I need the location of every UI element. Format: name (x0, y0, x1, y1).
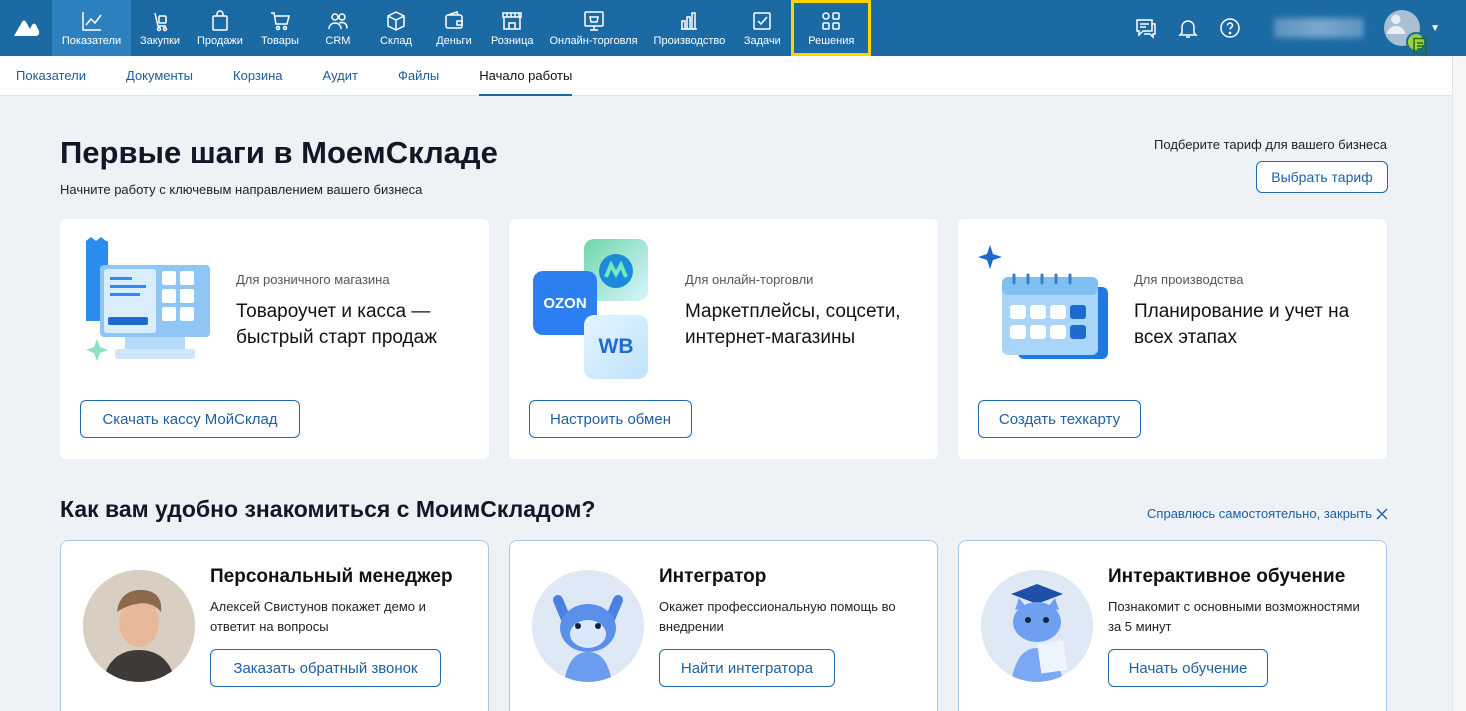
integrator-card: Интегратор Окажет профессиональную помощ… (509, 540, 938, 711)
option-title: Интерактивное обучение (1108, 566, 1346, 587)
marketplaces-logos: OZON WB (529, 237, 669, 379)
personal-manager-card: Персональный менеджер Алексей Свистунов … (60, 540, 489, 711)
card-title: Планирование и учет на всех этапах (1134, 301, 1350, 348)
nav-item-solutions[interactable]: Решения (791, 0, 872, 56)
close-icon (1376, 508, 1388, 519)
nav-item-label: Деньги (436, 34, 472, 47)
dismiss-link-label: Справлюсь самостоятельно, закрыть (1147, 506, 1372, 521)
request-callback-button[interactable]: Заказать обратный звонок (210, 649, 441, 687)
card-title: Товароучет и касса — быстрый старт прода… (236, 301, 437, 348)
cat-graduate-mascot-icon (981, 570, 1093, 682)
notes-badge-icon (1406, 32, 1427, 55)
nav-item-purchases[interactable]: Закупки (131, 0, 189, 56)
nav-item-label: Розница (490, 34, 534, 47)
tab-getting-started[interactable]: Начало работы (479, 56, 573, 96)
option-title: Интегратор (659, 566, 767, 587)
top-navigation-bar: Показатели Закупки Продажи Товары CRM Ск… (0, 0, 1466, 56)
retail-card: Для розничного магазина Товароучет и кас… (60, 219, 489, 459)
chart-icon (81, 11, 102, 31)
nav-item-label: Показатели (61, 34, 122, 47)
nav-item-money[interactable]: Деньги (425, 0, 483, 56)
chat-icon[interactable] (1134, 16, 1158, 40)
online-store-icon (583, 10, 604, 31)
section-title: Как вам удобно знакомиться с МоимСкладом… (60, 496, 596, 522)
start-training-button[interactable]: Начать обучение (1108, 649, 1268, 687)
nav-item-crm[interactable]: CRM (309, 0, 367, 56)
interactive-training-card: Интерактивное обучение Познакомит с осно… (958, 540, 1387, 711)
checkbox-icon (753, 11, 772, 30)
choose-tariff-button[interactable]: Выбрать тариф (1256, 161, 1388, 193)
nav-item-label: Продажи (197, 34, 243, 47)
moysklad-logo[interactable] (0, 0, 52, 56)
nav-item-label: Производство (653, 34, 726, 47)
find-integrator-button[interactable]: Найти интегратора (659, 649, 835, 687)
setup-exchange-button[interactable]: Настроить обмен (529, 400, 692, 438)
nav-item-label: CRM (325, 34, 351, 47)
tab-files[interactable]: Файлы (398, 56, 439, 96)
user-name-blurred[interactable] (1274, 18, 1365, 38)
help-icon[interactable] (1218, 16, 1242, 40)
nav-item-label: Онлайн-торговля (549, 34, 638, 47)
wb-logo: WB (584, 315, 648, 379)
purchases-icon (154, 12, 168, 31)
create-techcard-button[interactable]: Создать техкарту (978, 400, 1141, 438)
top-right-controls: ▼ (1134, 0, 1466, 56)
nav-item-sales[interactable]: Продажи (189, 0, 251, 56)
chevron-down-icon[interactable]: ▼ (1430, 23, 1440, 34)
card-label: Для онлайн-торговли (685, 272, 814, 287)
tab-basket[interactable]: Корзина (233, 56, 283, 96)
tariff-hint: Подберите тариф для вашего бизнеса (1154, 137, 1387, 152)
page-subtitle: Начните работу с ключевым направлением в… (60, 182, 423, 197)
nav-item-online-trade[interactable]: Онлайн-торговля (541, 0, 645, 56)
nav-item-products[interactable]: Товары (251, 0, 309, 56)
nav-item-indicators[interactable]: Показатели (52, 0, 131, 56)
page-scrollbar[interactable] (1452, 56, 1466, 711)
tab-documents[interactable]: Документы (126, 56, 193, 96)
solutions-icon (822, 11, 841, 30)
bars-icon (681, 11, 698, 30)
nav-item-label: Товары (261, 34, 299, 47)
nav-item-warehouse[interactable]: Склад (367, 0, 425, 56)
nav-item-label: Закупки (139, 34, 181, 47)
pos-terminal-icon (86, 237, 210, 361)
raccoon-mascot-icon (532, 570, 644, 682)
bell-icon[interactable] (1176, 16, 1200, 40)
users-icon (328, 12, 348, 29)
page-title: Первые шаги в МоемСкладе (60, 135, 498, 170)
nav-item-retail[interactable]: Розница (483, 0, 542, 56)
tab-audit[interactable]: Аудит (323, 56, 358, 96)
card-label: Для розничного магазина (236, 272, 390, 287)
dismiss-link[interactable]: Справлюсь самостоятельно, закрыть (1147, 506, 1388, 521)
tab-indicators[interactable]: Показатели (16, 56, 86, 96)
bag-icon (212, 9, 228, 31)
nav-item-label: Задачи (743, 34, 781, 47)
nav-item-tasks[interactable]: Задачи (733, 0, 791, 56)
nav-item-label: Склад (380, 34, 412, 47)
calendar-icon (978, 245, 1108, 359)
main-nav: Показатели Закупки Продажи Товары CRM Ск… (52, 0, 872, 56)
nav-item-production[interactable]: Производство (646, 0, 734, 56)
option-description: Окажет профессиональную помощь во внедре… (659, 599, 896, 634)
cart-icon (270, 11, 290, 30)
online-trade-card: OZON WB Для онлайн-торговли Маркетплейсы… (509, 219, 938, 459)
wallet-icon (445, 10, 463, 29)
option-description: Алексей Свистунов покажет демо и ответит… (210, 599, 426, 634)
production-card: Для производства Планирование и учет на … (958, 219, 1387, 459)
manager-photo (83, 570, 195, 682)
sub-navigation: Показатели Документы Корзина Аудит Файлы… (0, 56, 1452, 96)
card-title: Маркетплейсы, соцсети, интернет-магазины (685, 301, 901, 348)
box-icon (387, 10, 405, 31)
avatar[interactable] (1382, 8, 1427, 55)
nav-item-label: Решения (808, 34, 855, 47)
store-icon (502, 11, 522, 30)
card-label: Для производства (1134, 272, 1244, 287)
option-title: Персональный менеджер (210, 566, 453, 587)
option-description: Познакомит с основными возможностями за … (1108, 599, 1360, 634)
download-pos-button[interactable]: Скачать кассу МойСклад (80, 400, 300, 438)
